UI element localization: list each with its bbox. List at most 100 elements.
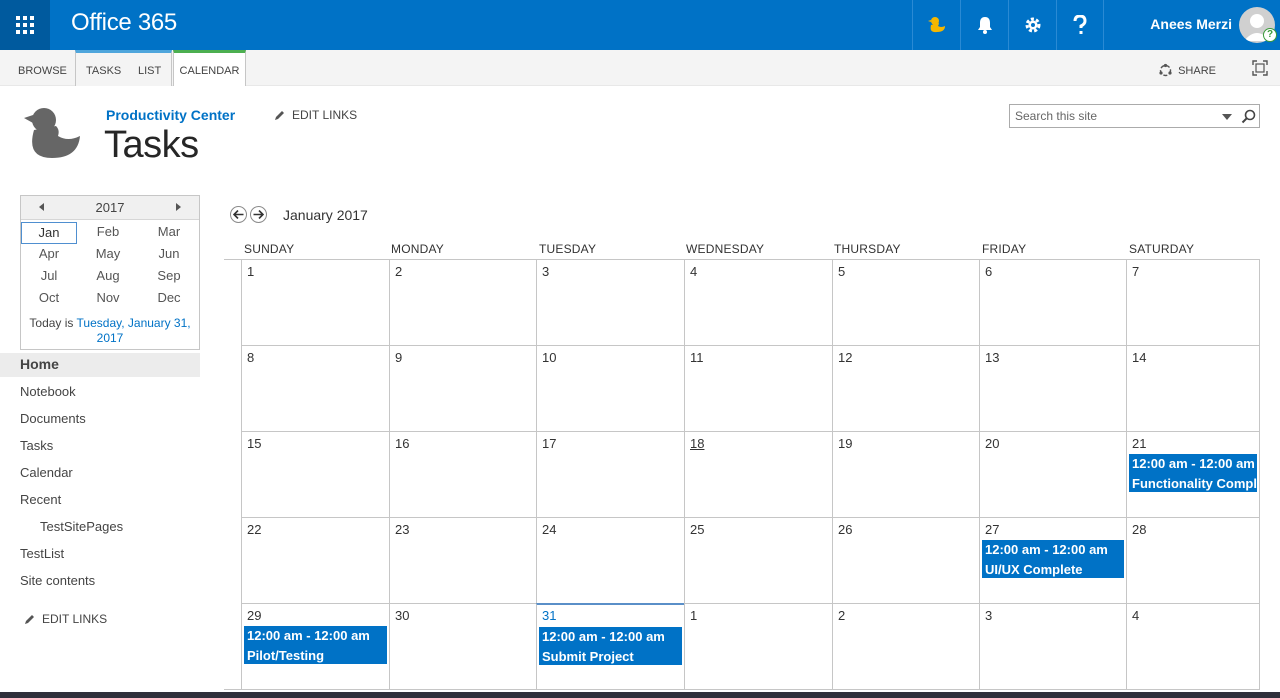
calendar-day-cell[interactable]: 17 bbox=[536, 431, 684, 517]
day-number[interactable]: 26 bbox=[838, 522, 852, 537]
calendar-day-cell[interactable]: 8 bbox=[241, 345, 389, 431]
day-number[interactable]: 14 bbox=[1132, 350, 1146, 365]
month-apr[interactable]: Apr bbox=[21, 244, 77, 266]
day-number[interactable]: 31 bbox=[542, 608, 556, 623]
edit-links-top-button[interactable]: EDIT LINKS bbox=[273, 108, 357, 122]
calendar-day-cell[interactable]: 9 bbox=[389, 345, 536, 431]
focus-content-button[interactable] bbox=[1252, 60, 1268, 81]
day-number[interactable]: 9 bbox=[395, 350, 402, 365]
nav-item-site-contents[interactable]: Site contents bbox=[20, 573, 95, 588]
nav-item-notebook[interactable]: Notebook bbox=[20, 384, 76, 399]
day-number[interactable]: 2 bbox=[395, 264, 402, 279]
calendar-event[interactable]: 12:00 am - 12:00 am UI/UX Complete bbox=[982, 540, 1124, 578]
calendar-day-cell[interactable]: 3 bbox=[536, 259, 684, 345]
search-icon[interactable] bbox=[1241, 109, 1256, 124]
help-button[interactable] bbox=[1056, 0, 1104, 50]
calendar-day-cell[interactable]: 31 12:00 am - 12:00 am Submit Project bbox=[536, 603, 684, 690]
day-number[interactable]: 6 bbox=[985, 264, 992, 279]
calendar-day-cell[interactable]: 25 bbox=[684, 517, 832, 603]
calendar-day-cell[interactable]: 24 bbox=[536, 517, 684, 603]
calendar-day-cell[interactable]: 21 12:00 am - 12:00 am Functionality Compl… bbox=[1126, 431, 1260, 517]
user-name[interactable]: Anees Merzi bbox=[1150, 16, 1232, 32]
nav-item-documents[interactable]: Documents bbox=[20, 411, 86, 426]
calendar-day-cell[interactable]: 28 bbox=[1126, 517, 1260, 603]
day-number[interactable]: 3 bbox=[542, 264, 549, 279]
day-number[interactable]: 24 bbox=[542, 522, 556, 537]
calendar-event[interactable]: 12:00 am - 12:00 am Functionality Complet… bbox=[1129, 454, 1257, 492]
calendar-day-cell[interactable]: 27 12:00 am - 12:00 am UI/UX Complete bbox=[979, 517, 1126, 603]
day-number[interactable]: 8 bbox=[247, 350, 254, 365]
day-number[interactable]: 19 bbox=[838, 436, 852, 451]
calendar-day-cell[interactable]: 13 bbox=[979, 345, 1126, 431]
calendar-day-cell[interactable]: 2 bbox=[832, 603, 979, 690]
previous-month-button[interactable] bbox=[230, 206, 247, 223]
search-input[interactable] bbox=[1015, 109, 1215, 123]
edit-links-nav-button[interactable]: EDIT LINKS bbox=[23, 612, 107, 626]
day-number[interactable]: 21 bbox=[1132, 436, 1146, 451]
calendar-day-cell[interactable]: 19 bbox=[832, 431, 979, 517]
tab-list-label[interactable]: LIST bbox=[138, 65, 161, 77]
calendar-day-cell[interactable]: 22 bbox=[241, 517, 389, 603]
month-sep[interactable]: Sep bbox=[139, 266, 199, 288]
day-number[interactable]: 7 bbox=[1132, 264, 1139, 279]
calendar-day-cell[interactable]: 20 bbox=[979, 431, 1126, 517]
day-number[interactable]: 5 bbox=[838, 264, 845, 279]
calendar-day-cell[interactable]: 14 bbox=[1126, 345, 1260, 431]
month-jul[interactable]: Jul bbox=[21, 266, 77, 288]
today-link[interactable]: Tuesday, January 31, bbox=[77, 316, 191, 330]
calendar-day-cell[interactable]: 30 bbox=[389, 603, 536, 690]
calendar-day-cell[interactable]: 18 bbox=[684, 431, 832, 517]
day-number[interactable]: 11 bbox=[690, 350, 704, 365]
next-month-button[interactable] bbox=[250, 206, 267, 223]
duck-button[interactable] bbox=[912, 0, 960, 50]
calendar-day-cell[interactable]: 10 bbox=[536, 345, 684, 431]
nav-item-tasks[interactable]: Tasks bbox=[20, 438, 53, 453]
calendar-day-cell[interactable]: 12 bbox=[832, 345, 979, 431]
calendar-day-cell[interactable]: 23 bbox=[389, 517, 536, 603]
calendar-day-cell[interactable]: 1 bbox=[241, 259, 389, 345]
calendar-event[interactable]: 12:00 am - 12:00 am Pilot/Testing bbox=[244, 626, 387, 664]
month-may[interactable]: May bbox=[77, 244, 139, 266]
calendar-day-cell[interactable]: 1 bbox=[684, 603, 832, 690]
settings-button[interactable] bbox=[1008, 0, 1056, 50]
calendar-day-cell[interactable]: 26 bbox=[832, 517, 979, 603]
nav-item-recent[interactable]: Recent bbox=[20, 492, 61, 507]
day-number[interactable]: 3 bbox=[985, 608, 992, 623]
day-number[interactable]: 2 bbox=[838, 608, 845, 623]
today-link-year[interactable]: 2017 bbox=[97, 331, 124, 345]
notifications-button[interactable] bbox=[960, 0, 1008, 50]
day-number[interactable]: 1 bbox=[247, 264, 254, 279]
month-jun[interactable]: Jun bbox=[139, 244, 199, 266]
app-launcher-button[interactable] bbox=[0, 0, 50, 50]
tab-browse[interactable]: BROWSE bbox=[18, 50, 67, 86]
nav-item-testlist[interactable]: TestList bbox=[20, 546, 64, 561]
month-aug[interactable]: Aug bbox=[77, 266, 139, 288]
day-number[interactable]: 20 bbox=[985, 436, 999, 451]
tab-tasks[interactable]: TASKS LIST bbox=[75, 50, 172, 86]
calendar-day-cell[interactable]: 5 bbox=[832, 259, 979, 345]
month-dec[interactable]: Dec bbox=[139, 288, 199, 310]
month-jan[interactable]: Jan bbox=[21, 222, 77, 244]
calendar-day-cell[interactable]: 4 bbox=[684, 259, 832, 345]
day-number[interactable]: 1 bbox=[690, 608, 697, 623]
day-number[interactable]: 18 bbox=[690, 436, 704, 451]
nav-item-testsitepages[interactable]: TestSitePages bbox=[40, 519, 123, 534]
day-number[interactable]: 10 bbox=[542, 350, 556, 365]
day-number[interactable]: 16 bbox=[395, 436, 409, 451]
calendar-day-cell[interactable]: 11 bbox=[684, 345, 832, 431]
nav-item-home[interactable]: Home bbox=[0, 353, 200, 377]
day-number[interactable]: 27 bbox=[985, 522, 999, 537]
site-logo[interactable] bbox=[24, 106, 82, 167]
brand-title[interactable]: Office 365 bbox=[71, 9, 177, 37]
day-number[interactable]: 30 bbox=[395, 608, 409, 623]
month-oct[interactable]: Oct bbox=[21, 288, 77, 310]
nav-item-calendar[interactable]: Calendar bbox=[20, 465, 73, 480]
day-number[interactable]: 4 bbox=[690, 264, 697, 279]
day-number[interactable]: 17 bbox=[542, 436, 556, 451]
calendar-day-cell[interactable]: 29 12:00 am - 12:00 am Pilot/Testing bbox=[241, 603, 389, 690]
share-button[interactable]: SHARE bbox=[1158, 63, 1216, 78]
calendar-event[interactable]: 12:00 am - 12:00 am Submit Project bbox=[539, 627, 682, 665]
day-number[interactable]: 23 bbox=[395, 522, 409, 537]
day-number[interactable]: 28 bbox=[1132, 522, 1146, 537]
tab-calendar[interactable]: CALENDAR bbox=[173, 50, 246, 86]
